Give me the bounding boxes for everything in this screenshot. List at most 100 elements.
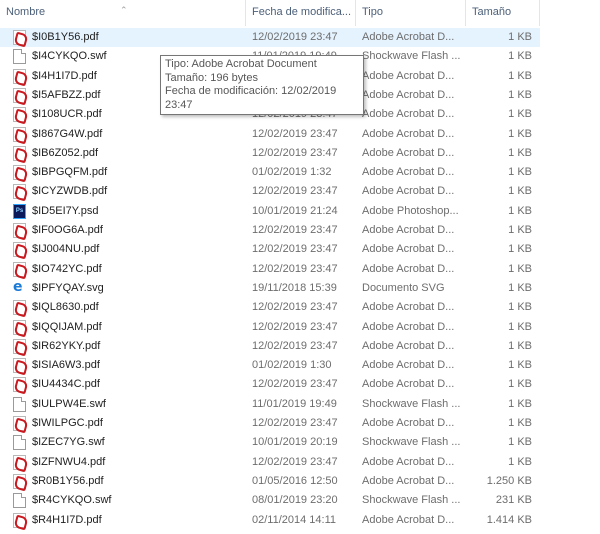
file-date: 10/01/2019 20:19 — [252, 436, 338, 448]
file-row[interactable]: $IQL8630.pdf 12/02/2019 23:47 Adobe Acroba… — [0, 298, 540, 317]
file-name: $IU4434C.pdf — [32, 378, 100, 390]
file-type: Shockwave Flash ... — [362, 50, 461, 62]
pdf-file-icon — [13, 30, 26, 45]
file-row[interactable]: $IPFYQAY.svg 19/11/2018 15:39 Documento SV… — [0, 279, 540, 298]
pdf-file-icon — [13, 69, 26, 84]
file-type: Adobe Acrobat D... — [362, 321, 455, 333]
file-row[interactable]: $IWILPGC.pdf 12/02/2019 23:47 Adobe Acroba… — [0, 414, 540, 433]
file-date: 12/02/2019 23:47 — [252, 243, 338, 255]
file-date: 11/01/2019 19:49 — [252, 398, 337, 410]
swf-file-icon — [13, 493, 26, 508]
file-row[interactable]: $IF0OG6A.pdf 12/02/2019 23:47 Adobe Acroba… — [0, 221, 540, 240]
file-row[interactable]: $IQQIJAM.pdf 12/02/2019 23:47 Adobe Acroba… — [0, 318, 540, 337]
file-name: $IPFYQAY.svg — [32, 282, 104, 294]
column-header-date-label: Fecha de modifica... — [252, 6, 352, 18]
file-row[interactable]: $ISIA6W3.pdf 01/02/2019 1:30 Adobe Acrobat… — [0, 356, 540, 375]
file-row[interactable]: $IBPGQFM.pdf 01/02/2019 1:32 Adobe Acrobat… — [0, 163, 540, 182]
pdf-file-icon — [13, 262, 26, 277]
file-row[interactable]: $IB6Z052.pdf 12/02/2019 23:47 Adobe Acroba… — [0, 144, 540, 163]
file-name: $ISIA6W3.pdf — [32, 359, 100, 371]
file-type: Adobe Acrobat D... — [362, 359, 455, 371]
file-type: Adobe Acrobat D... — [362, 514, 455, 526]
file-name: $IZFNWU4.pdf — [32, 456, 106, 468]
column-header-size[interactable]: Tamaño — [466, 0, 540, 26]
file-date: 12/02/2019 23:47 — [252, 456, 338, 468]
file-size: 1 KB — [508, 166, 532, 178]
svg-file-icon — [13, 279, 26, 296]
file-size: 1 KB — [508, 378, 532, 390]
file-type: Adobe Acrobat D... — [362, 128, 455, 140]
pdf-file-icon — [13, 242, 26, 257]
pdf-file-icon — [13, 127, 26, 142]
sort-up-arrow-icon: ⌃ — [120, 5, 128, 15]
file-row[interactable]: $IO742YC.pdf 12/02/2019 23:47 Adobe Acroba… — [0, 260, 540, 279]
file-size: 1 KB — [508, 243, 532, 255]
pdf-file-icon — [13, 146, 26, 161]
file-date: 01/02/2019 1:30 — [252, 359, 332, 371]
file-row[interactable]: $R4H1I7D.pdf 02/11/2014 14:11 Adobe Acroba… — [0, 511, 540, 530]
file-name: $ID5EI7Y.psd — [32, 205, 99, 217]
file-type: Adobe Acrobat D... — [362, 378, 455, 390]
tooltip-size-line: Tamaño: 196 bytes — [165, 71, 258, 84]
file-size: 1 KB — [508, 108, 532, 120]
file-row[interactable]: $I867G4W.pdf 12/02/2019 23:47 Adobe Acroba… — [0, 125, 540, 144]
file-size: 1 KB — [508, 224, 532, 236]
file-type: Adobe Acrobat D... — [362, 456, 455, 468]
file-row[interactable]: $IZEC7YG.swf 10/01/2019 20:19 Shockwave Fl… — [0, 433, 540, 452]
file-row[interactable]: $R4CYKQO.swf 08/01/2019 23:20 Shockwave Fl… — [0, 491, 540, 510]
file-date: 01/02/2019 1:32 — [252, 166, 332, 178]
file-date: 12/02/2019 23:47 — [252, 147, 338, 159]
file-row[interactable]: $R0B1Y56.pdf 01/05/2016 12:50 Adobe Acroba… — [0, 472, 540, 491]
file-name: $R4H1I7D.pdf — [32, 514, 102, 526]
pdf-file-icon — [13, 474, 26, 489]
file-name: $R4CYKQO.swf — [32, 494, 112, 506]
column-header-bar: Nombre ⌃ Fecha de modifica... Tipo Tamañ… — [0, 0, 540, 26]
pdf-file-icon — [13, 320, 26, 335]
file-size: 1.414 KB — [486, 514, 532, 526]
pdf-file-icon — [13, 184, 26, 199]
file-date: 12/02/2019 23:47 — [252, 321, 338, 333]
file-size: 1 KB — [508, 398, 532, 410]
file-type: Adobe Acrobat D... — [362, 224, 455, 236]
file-type: Shockwave Flash ... — [362, 436, 461, 448]
file-type: Shockwave Flash ... — [362, 398, 461, 410]
file-type: Adobe Acrobat D... — [362, 263, 455, 275]
file-size: 231 KB — [495, 494, 532, 506]
pdf-file-icon — [13, 377, 26, 392]
file-size: 1 KB — [508, 50, 532, 62]
file-type: Adobe Acrobat D... — [362, 340, 455, 352]
file-date: 01/05/2016 12:50 — [252, 475, 338, 487]
file-row[interactable]: $IU4434C.pdf 12/02/2019 23:47 Adobe Acroba… — [0, 375, 540, 394]
column-header-name[interactable]: Nombre ⌃ — [0, 0, 246, 26]
file-date: 19/11/2018 15:39 — [252, 282, 337, 294]
file-name: $ICYZWDB.pdf — [32, 185, 108, 197]
file-type: Adobe Acrobat D... — [362, 417, 455, 429]
file-row[interactable]: $IZFNWU4.pdf 12/02/2019 23:47 Adobe Acroba… — [0, 453, 540, 472]
file-size: 1 KB — [508, 436, 532, 448]
file-size: 1 KB — [508, 185, 532, 197]
file-size: 1 KB — [508, 359, 532, 371]
file-row[interactable]: $IJ004NU.pdf 12/02/2019 23:47 Adobe Acroba… — [0, 240, 540, 259]
pdf-file-icon — [13, 223, 26, 238]
file-name: $I867G4W.pdf — [32, 128, 103, 140]
file-size: 1 KB — [508, 321, 532, 333]
file-type: Adobe Acrobat D... — [362, 147, 455, 159]
file-name: $IF0OG6A.pdf — [32, 224, 103, 236]
pdf-file-icon — [13, 513, 26, 528]
file-row[interactable]: $ICYZWDB.pdf 12/02/2019 23:47 Adobe Acroba… — [0, 182, 540, 201]
file-row[interactable]: Ps $ID5EI7Y.psd 10/01/2019 21:24 Adobe Phot… — [0, 202, 540, 221]
file-name: $IQQIJAM.pdf — [32, 321, 102, 333]
column-header-date[interactable]: Fecha de modifica... — [246, 0, 356, 26]
file-name: $IULPW4E.swf — [32, 398, 106, 410]
file-row[interactable]: $I0B1Y56.pdf 12/02/2019 23:47 Adobe Acroba… — [0, 28, 540, 47]
file-type: Adobe Acrobat D... — [362, 166, 455, 178]
file-row[interactable]: $IULPW4E.swf 11/01/2019 19:49 Shockwave Fl… — [0, 395, 540, 414]
column-header-type[interactable]: Tipo — [356, 0, 466, 26]
file-size: 1 KB — [508, 340, 532, 352]
column-header-type-label: Tipo — [362, 6, 383, 18]
pdf-file-icon — [13, 165, 26, 180]
file-size: 1 KB — [508, 417, 532, 429]
file-row[interactable]: $IR62YKY.pdf 12/02/2019 23:47 Adobe Acroba… — [0, 337, 540, 356]
pdf-file-icon — [13, 339, 26, 354]
file-type: Adobe Acrobat D... — [362, 89, 455, 101]
